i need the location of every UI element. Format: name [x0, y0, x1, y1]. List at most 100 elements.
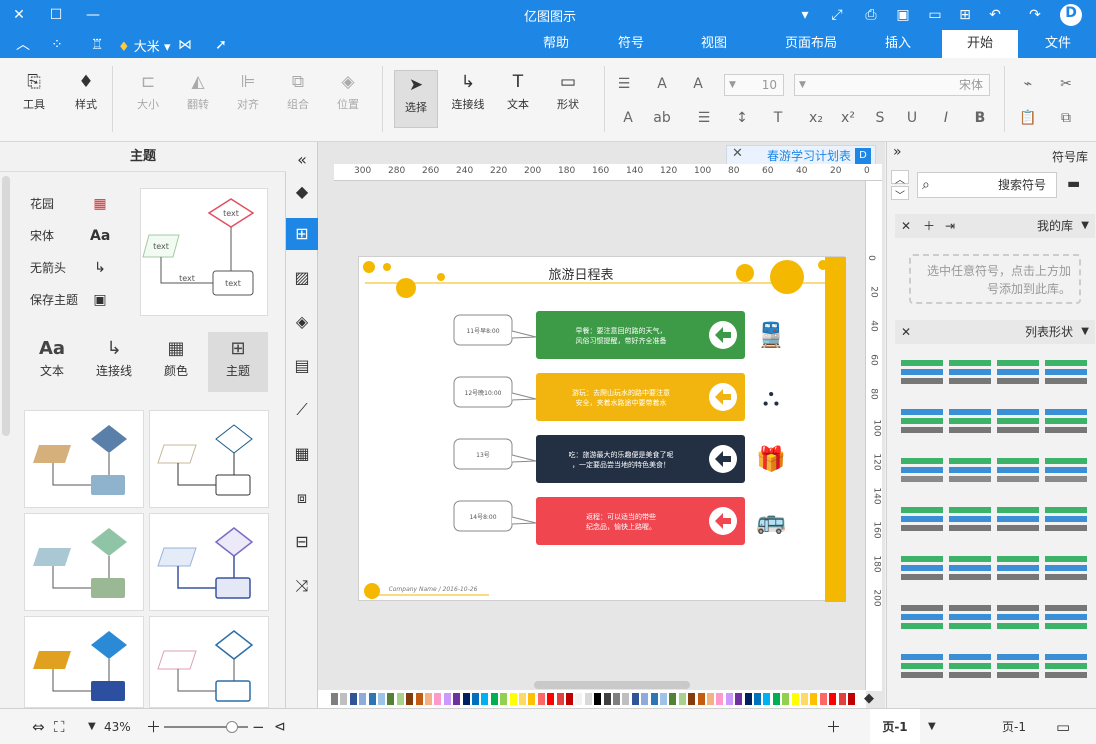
new-icon[interactable]: ⊞ [956, 6, 974, 24]
minimize-icon[interactable]: — [84, 6, 102, 24]
option-font[interactable]: 宋体 Aa [30, 226, 110, 246]
add-icon[interactable]: ＋ [923, 214, 935, 238]
shirt-icon[interactable]: ♖ [88, 36, 106, 54]
list-shapes-header[interactable]: 列表形状 ▼ ✕ [895, 320, 1095, 344]
color-swatch[interactable] [509, 693, 517, 705]
position-button[interactable]: ◈ 位置 [326, 64, 370, 136]
color-swatch[interactable] [707, 693, 714, 705]
library-icon[interactable]: ▬ [1067, 176, 1080, 192]
color-swatch[interactable] [490, 693, 498, 705]
list-shape-item[interactable] [1045, 654, 1087, 684]
color-swatch[interactable] [556, 693, 564, 705]
color-swatch[interactable] [331, 693, 338, 705]
superscript-icon[interactable]: x² [838, 108, 858, 128]
color-swatch[interactable] [669, 693, 677, 705]
menu-file[interactable]: 文件 [1030, 30, 1086, 58]
font-decrease-icon[interactable]: A [652, 74, 672, 94]
presentation-icon[interactable]: ⊟ [286, 526, 318, 558]
zoom-slider-handle[interactable] [226, 721, 238, 733]
list-shape-item[interactable] [901, 654, 943, 684]
color-swatch[interactable] [754, 693, 761, 705]
print-icon[interactable]: ⎙ [862, 6, 880, 24]
list-shape-item[interactable] [997, 360, 1039, 390]
redo-icon[interactable]: ↷ [1026, 6, 1044, 24]
my-library-header[interactable]: 我的库 ▼ ✕ ＋ ⇥ [895, 214, 1095, 238]
list-shape-item[interactable] [997, 409, 1039, 439]
list-shape-item[interactable] [949, 507, 991, 537]
color-swatch[interactable] [763, 693, 771, 705]
color-swatch[interactable] [660, 693, 667, 705]
color-swatch[interactable] [584, 693, 592, 705]
play-icon[interactable]: ⊲ [274, 709, 286, 744]
color-swatch[interactable] [425, 693, 432, 705]
font-name-select[interactable]: ▼ 宋体 [794, 74, 990, 96]
list-shape-item[interactable] [901, 507, 943, 537]
list-shape-item[interactable] [997, 507, 1039, 537]
document-icon[interactable]: ▤ [286, 350, 318, 382]
shape-button[interactable]: ▭ 形状 [546, 64, 590, 136]
import-icon[interactable]: ⇥ [945, 214, 955, 238]
option-no-arrow[interactable]: 无箭头 ↳ [30, 258, 110, 278]
fit-page-icon[interactable]: ⇔ [32, 709, 45, 744]
layout-icon[interactable]: ▭ [1056, 709, 1070, 744]
tab-connector[interactable]: ↳ 连接线 [84, 332, 144, 392]
color-swatch[interactable] [594, 693, 602, 705]
align-button[interactable]: ⊫ 对齐 [226, 64, 270, 136]
paste-icon[interactable]: 📋 [1018, 108, 1038, 128]
shuffle-icon[interactable]: ⤨ [286, 570, 318, 602]
color-swatch[interactable] [415, 693, 423, 705]
select-button[interactable]: ➤ 选择 [394, 70, 438, 128]
fill-bucket-icon[interactable]: ◆ [864, 691, 874, 706]
scrollbar[interactable] [2, 176, 10, 436]
page-tab[interactable]: 页-1 [870, 709, 920, 744]
list-shape-item[interactable] [949, 556, 991, 586]
option-save-theme[interactable]: 保存主题 ▣ [30, 290, 110, 310]
color-swatch[interactable] [575, 693, 583, 705]
color-swatch[interactable] [688, 693, 696, 705]
bold-icon[interactable]: B [970, 108, 990, 128]
list-shape-item[interactable] [949, 409, 991, 439]
scroll-down-icon[interactable]: ﹀ [891, 186, 909, 202]
color-swatch[interactable] [791, 693, 799, 705]
underline-icon[interactable]: U [902, 108, 922, 128]
list-shape-item[interactable] [901, 458, 943, 488]
color-swatch[interactable] [641, 693, 649, 705]
menu-help[interactable]: 帮助 [530, 30, 582, 58]
theme-thumbnail[interactable] [149, 410, 269, 508]
menu-view[interactable]: 视图 [688, 30, 740, 58]
color-swatch[interactable] [349, 693, 357, 705]
format-painter-icon[interactable]: ⌁ [1018, 74, 1038, 94]
list-shape-item[interactable] [949, 654, 991, 684]
close-icon[interactable]: ✕ [10, 6, 28, 24]
theme-grid-icon[interactable]: ⊞ [286, 218, 318, 250]
option-garden[interactable]: 花园 ▦ [30, 194, 110, 214]
close-tab-icon[interactable]: ✕ [732, 146, 743, 161]
color-swatch[interactable] [566, 693, 573, 705]
color-swatch[interactable] [547, 693, 555, 705]
color-swatch[interactable] [829, 693, 837, 705]
tab-theme[interactable]: ⊞ 主题 [208, 332, 268, 392]
spacing-icon[interactable]: ↕ [732, 108, 752, 128]
fullscreen-icon[interactable]: ⛶ [54, 709, 65, 744]
color-swatch[interactable] [472, 693, 479, 705]
color-swatch[interactable] [528, 693, 536, 705]
add-page-icon[interactable]: ＋ [826, 709, 841, 744]
chart-icon[interactable]: ⟋ [286, 394, 318, 426]
list-shape-item[interactable] [1045, 409, 1087, 439]
flip-button[interactable]: ◭ 翻转 [176, 64, 220, 136]
undo-icon[interactable]: ↶ [986, 6, 1004, 24]
tools-button[interactable]: ⎘ 工具 [12, 64, 56, 136]
highlight-icon[interactable]: ab [652, 108, 672, 128]
table-icon[interactable]: ▦ [286, 438, 318, 470]
list-shape-item[interactable] [901, 409, 943, 439]
theme-thumbnail[interactable] [149, 513, 269, 611]
close-icon[interactable]: ✕ [901, 320, 911, 344]
group-button[interactable]: ⧉ 组合 [276, 64, 320, 136]
cut-icon[interactable]: ✂ [1056, 74, 1076, 94]
color-swatch[interactable] [387, 693, 395, 705]
font-size-select[interactable]: ▼ 10 [724, 74, 784, 96]
collapse-icon[interactable]: ︿ [14, 36, 32, 54]
text-button[interactable]: T 文本 [496, 64, 540, 136]
layers-icon[interactable]: ◈ [286, 306, 318, 338]
color-swatch[interactable] [735, 693, 743, 705]
